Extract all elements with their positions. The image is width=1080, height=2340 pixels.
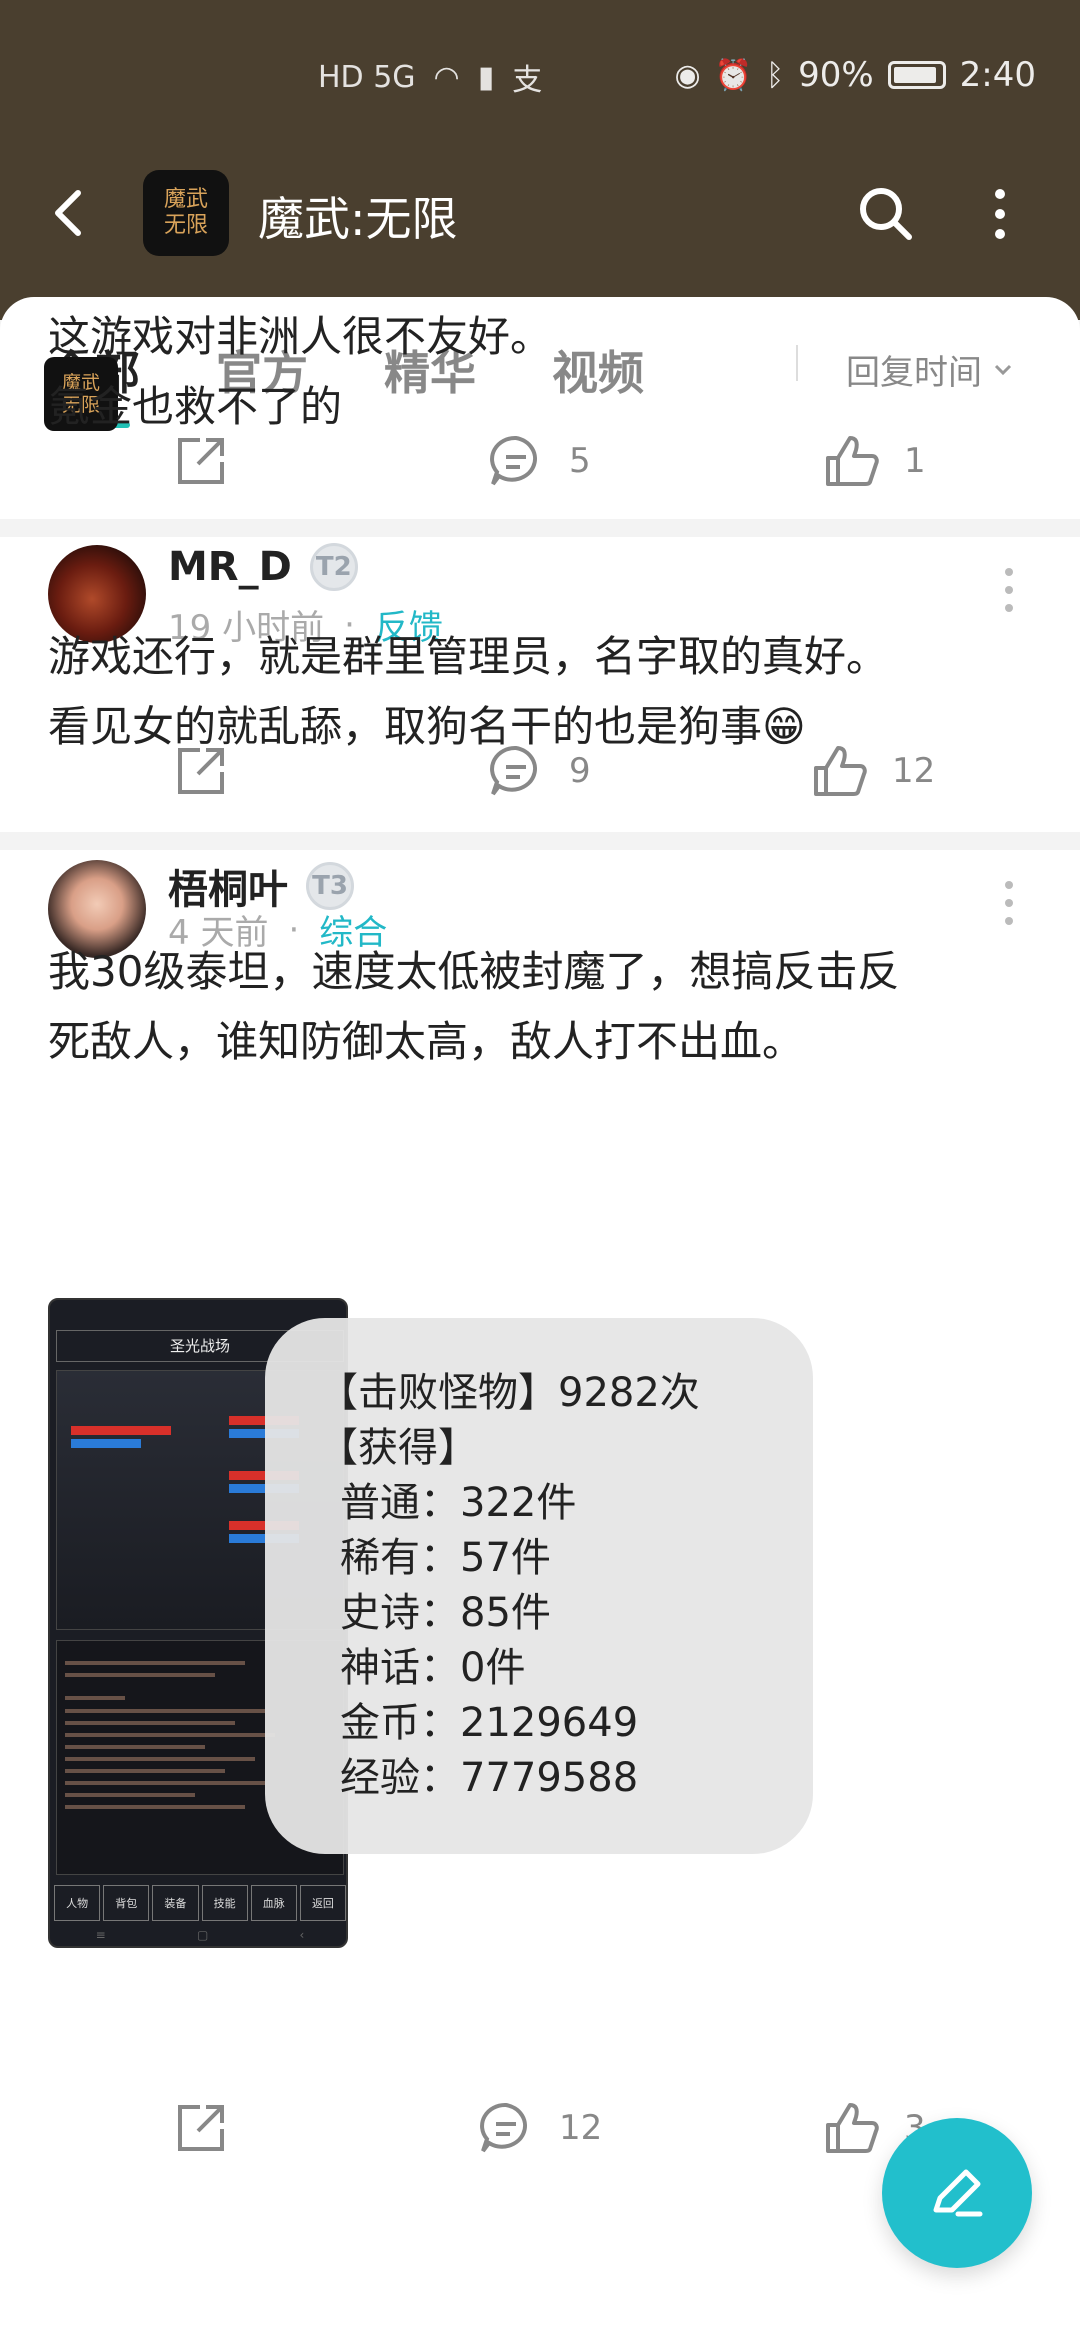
thumbs-up-icon bbox=[826, 436, 879, 486]
toast-line: 经验：7779588 bbox=[340, 1755, 639, 1801]
level-badge: T2 bbox=[309, 543, 358, 591]
comment-count: 9 bbox=[569, 751, 591, 791]
home-icon: ▢ bbox=[196, 1928, 209, 1942]
chevron-left-icon bbox=[55, 190, 81, 236]
level-badge: T3 bbox=[306, 862, 354, 910]
post-3-content[interactable]: 我30级泰坦，速度太低被封魔了，想搞反击反 死敌人，谁知防御太高，敌人打不出血。 bbox=[48, 937, 1038, 1077]
toast-line: 稀有：57件 bbox=[340, 1535, 551, 1581]
game-button: 返回 bbox=[299, 1885, 346, 1921]
like-button[interactable]: 1 bbox=[820, 430, 926, 492]
wifi-icon: ◠ bbox=[433, 59, 460, 95]
toast-line: 普通：322件 bbox=[340, 1480, 577, 1526]
username-text: MR_D bbox=[168, 544, 292, 590]
like-count: 12 bbox=[892, 751, 936, 791]
post-2-actions: 9 12 bbox=[0, 740, 1080, 810]
comment-icon bbox=[490, 745, 537, 796]
toast-line: 金币：2129649 bbox=[340, 1700, 639, 1746]
post-1-line-1: 这游戏对非洲人很不友好。 bbox=[48, 312, 553, 361]
share-icon bbox=[178, 2105, 224, 2151]
game-button: 装备 bbox=[152, 1885, 199, 1921]
comment-button[interactable]: 5 bbox=[485, 430, 591, 492]
alert-icon: ▮ bbox=[477, 59, 495, 95]
post-2-username[interactable]: MR_D T2 bbox=[168, 543, 358, 591]
share-button[interactable] bbox=[170, 740, 232, 802]
log-line bbox=[65, 1769, 225, 1773]
share-button[interactable] bbox=[170, 2097, 232, 2159]
clock: 2:40 bbox=[959, 55, 1036, 95]
bluetooth-icon: ᛒ bbox=[766, 57, 785, 93]
feed-sheet: 全部 官方 精华 视频 魔武无限 回复时间 这游戏对非洲人很不友好。 氪金也救不… bbox=[0, 297, 1080, 2340]
like-count: 1 bbox=[904, 441, 926, 481]
log-line bbox=[65, 1721, 235, 1725]
share-icon bbox=[178, 748, 224, 794]
mp-bar bbox=[71, 1439, 141, 1448]
log-line bbox=[65, 1661, 245, 1665]
back-icon: ‹ bbox=[299, 1928, 305, 1942]
game-nav-bar: ≡ ▢ ‹ bbox=[50, 1928, 346, 1946]
battery-percent: 90% bbox=[798, 55, 874, 95]
log-line bbox=[65, 1805, 245, 1809]
comment-icon bbox=[490, 435, 537, 486]
comment-button[interactable]: 12 bbox=[475, 2097, 602, 2159]
log-line bbox=[65, 1757, 255, 1761]
toast-line: 神话：0件 bbox=[340, 1645, 526, 1691]
game-button: 技能 bbox=[201, 1885, 248, 1921]
back-button[interactable] bbox=[40, 183, 100, 243]
pen-icon bbox=[933, 2169, 983, 2217]
log-line bbox=[65, 1733, 275, 1737]
more-menu-button[interactable] bbox=[985, 183, 1015, 245]
post-separator bbox=[0, 519, 1080, 537]
eye-icon: ◉ bbox=[674, 57, 701, 93]
app-header: 魔武无限 魔武:无限 bbox=[0, 165, 1080, 265]
app-logo-text: 魔武无限 bbox=[163, 187, 208, 238]
share-icon bbox=[178, 438, 224, 484]
stats-toast: 【击败怪物】9282次 【获得】 普通：322件 稀有：57件 史诗：85件 神… bbox=[265, 1318, 813, 1854]
post-options-button[interactable] bbox=[996, 873, 1022, 933]
post-options-button[interactable] bbox=[996, 560, 1022, 620]
alarm-icon: ⏰ bbox=[714, 57, 753, 93]
post-1-actions: 5 1 bbox=[0, 430, 1080, 500]
toast-line: 【击败怪物】9282次 bbox=[318, 1370, 700, 1416]
compose-button[interactable] bbox=[882, 2118, 1032, 2268]
log-line bbox=[65, 1696, 125, 1700]
thumbs-up-icon bbox=[814, 746, 867, 796]
post-1-content[interactable]: 这游戏对非洲人很不友好。 氪金也救不了的 bbox=[48, 302, 1038, 442]
game-button: 背包 bbox=[103, 1885, 150, 1921]
thumbs-up-icon bbox=[826, 2103, 879, 2153]
alipay-icon: 支 bbox=[512, 63, 543, 98]
toast-line: 【获得】 bbox=[318, 1425, 478, 1471]
log-line bbox=[65, 1793, 195, 1797]
search-button[interactable] bbox=[855, 183, 917, 245]
battery-icon bbox=[887, 61, 946, 89]
log-line bbox=[65, 1745, 205, 1749]
app-logo[interactable]: 魔武无限 bbox=[143, 170, 229, 256]
search-icon bbox=[860, 188, 912, 240]
post-3-line-2: 死敌人，谁知防御太高，敌人打不出血。 bbox=[48, 1017, 805, 1066]
game-button-row: 人物 背包 装备 技能 血脉 返回 bbox=[50, 1885, 346, 1921]
post-3-line-1: 我30级泰坦，速度太低被封魔了，想搞反击反 bbox=[48, 947, 900, 996]
status-bar: HD 5G ◠ ▮ 支 ◉ ⏰ ᛒ 90% 2:40 bbox=[0, 55, 1080, 105]
like-button[interactable]: 12 bbox=[808, 740, 935, 802]
log-line bbox=[65, 1673, 215, 1677]
log-line bbox=[65, 1709, 265, 1713]
comment-button[interactable]: 9 bbox=[485, 740, 591, 802]
game-button: 人物 bbox=[54, 1885, 101, 1921]
hp-bar bbox=[71, 1426, 171, 1435]
log-line bbox=[65, 1781, 265, 1785]
comment-count: 5 bbox=[569, 441, 591, 481]
top-bar: HD 5G ◠ ▮ 支 ◉ ⏰ ᛒ 90% 2:40 魔武无限 魔武:无限 bbox=[0, 0, 1080, 320]
post-separator bbox=[0, 832, 1080, 850]
menu-icon: ≡ bbox=[95, 1928, 106, 1942]
share-button[interactable] bbox=[170, 430, 232, 492]
network-type-icon: HD 5G bbox=[318, 59, 416, 95]
app-title: 魔武:无限 bbox=[258, 192, 458, 246]
status-left-icons: HD 5G ◠ ▮ 支 bbox=[318, 55, 542, 99]
comment-count: 12 bbox=[559, 2108, 603, 2148]
comment-icon bbox=[480, 2102, 527, 2153]
status-right-icons: ◉ ⏰ ᛒ 90% 2:40 bbox=[675, 55, 1036, 95]
toast-line: 史诗：85件 bbox=[340, 1590, 551, 1636]
game-button: 血脉 bbox=[250, 1885, 297, 1921]
post-2-line-1: 游戏还行，就是群里管理员，名字取的真好。 bbox=[48, 632, 889, 681]
